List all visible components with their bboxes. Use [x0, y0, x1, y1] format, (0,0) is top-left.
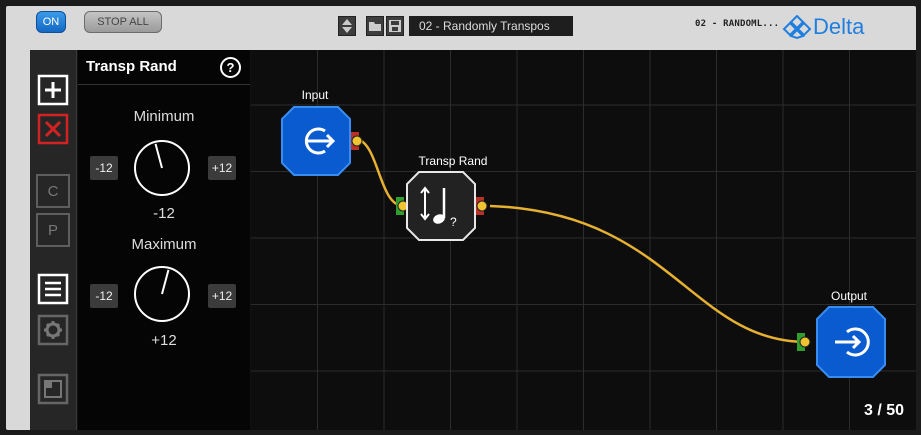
node-inspector: Transp Rand ? Minimum -12 +12 -12 Maximu… [78, 50, 250, 430]
maximum-label: Maximum [131, 236, 197, 253]
window-icon [37, 373, 69, 405]
preset-arrows-icon[interactable] [338, 16, 356, 36]
preset-thumbnail-label: 02 - RANDOML... [695, 19, 780, 29]
input-node-label: Input [301, 88, 329, 102]
input-node[interactable] [281, 106, 371, 176]
main-area: C P Transp Rand ? Minimum -12 +12 -12 Ma… [30, 50, 916, 430]
delta-logo-text: Delta [813, 14, 865, 39]
node-graph-canvas[interactable]: Input Transp Rand ? Output 3 / 50 [251, 50, 916, 430]
inspector-title: Transp Rand [86, 58, 177, 75]
maximum-knob[interactable] [132, 264, 192, 324]
cable-transp-to-output[interactable] [489, 204, 808, 344]
save-icon[interactable] [386, 16, 404, 36]
copy-button[interactable]: C [36, 174, 70, 208]
transp-rand-node-label: Transp Rand [418, 154, 488, 168]
plus-icon [37, 74, 69, 106]
tool-sidebar: C P [30, 50, 77, 430]
close-icon [37, 113, 69, 145]
maximum-high-button[interactable]: +12 [208, 284, 236, 308]
minimum-value: -12 [153, 205, 175, 222]
folder-icon[interactable] [366, 16, 384, 36]
transp-rand-node[interactable]: ? [396, 171, 506, 241]
help-icon[interactable]: ? [220, 57, 241, 78]
gear-icon [37, 314, 69, 346]
app-window: ON STOP ALL 02 - Randomly Transpos 02 - … [0, 0, 921, 435]
output-node-label: Output [830, 289, 868, 303]
maximum-value: +12 [151, 332, 177, 349]
svg-text:?: ? [450, 215, 457, 229]
list-icon [37, 273, 69, 305]
inspector-divider [78, 84, 250, 85]
delta-logo-icon [782, 15, 812, 39]
list-view-button[interactable] [36, 272, 70, 306]
settings-button[interactable] [36, 313, 70, 347]
output-node[interactable] [797, 306, 887, 378]
add-node-button[interactable] [36, 73, 70, 107]
minimum-label: Minimum [133, 108, 195, 125]
delete-node-button[interactable] [36, 112, 70, 146]
paste-button[interactable]: P [36, 213, 70, 247]
minimum-high-button[interactable]: +12 [208, 156, 236, 180]
power-on-button[interactable]: ON [36, 11, 66, 33]
preset-name-field[interactable]: 02 - Randomly Transpos [409, 16, 573, 36]
stop-all-button[interactable]: STOP ALL [84, 11, 162, 33]
node-count: 3 / 50 [863, 402, 904, 419]
window-toggle-button[interactable] [36, 372, 70, 406]
minimum-knob[interactable] [132, 138, 192, 198]
maximum-low-button[interactable]: -12 [90, 284, 118, 308]
minimum-low-button[interactable]: -12 [90, 156, 118, 180]
